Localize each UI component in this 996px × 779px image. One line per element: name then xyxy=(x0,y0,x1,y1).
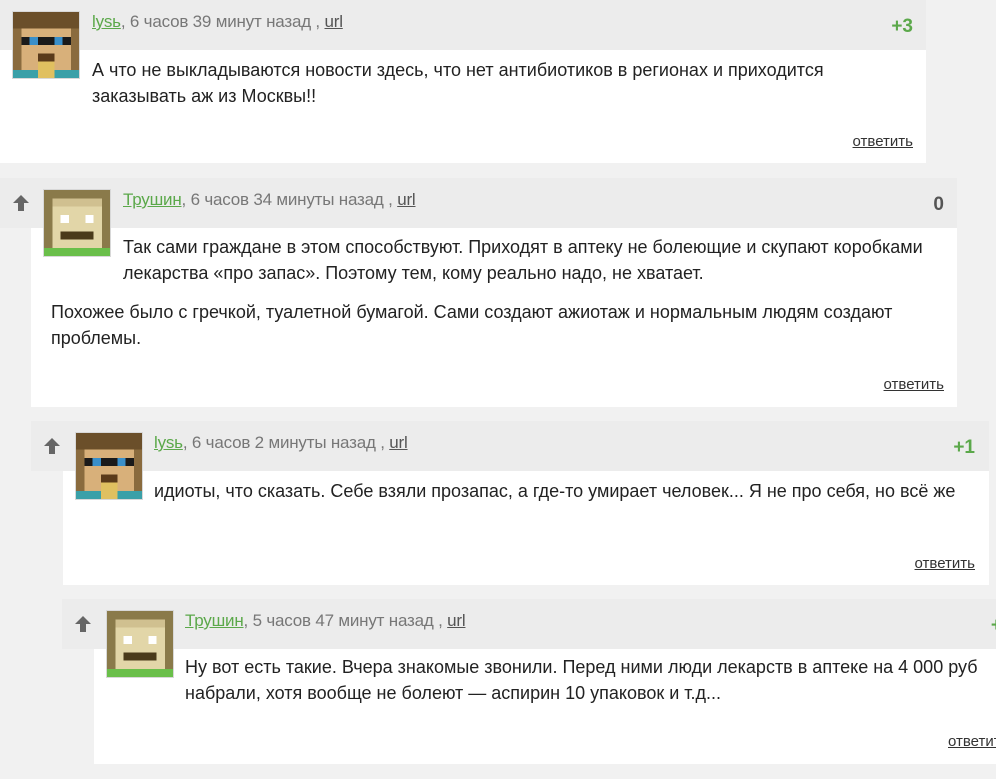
comment-text: Похожее было с гречкой, туалетной бумаго… xyxy=(51,302,893,348)
reply-link[interactable]: ответить xyxy=(853,133,913,150)
timestamp: , 6 часов 39 минут назад , xyxy=(120,12,325,31)
comment: lysь, 6 часов 2 минуты назад , url +1 ид… xyxy=(31,421,989,585)
author-link[interactable]: lysь xyxy=(92,12,121,31)
comment-score: + xyxy=(991,615,996,637)
upvote-arrow-icon[interactable] xyxy=(10,192,32,214)
sunglasses-avatar[interactable] xyxy=(13,12,79,78)
comment-meta: lysь, 6 часов 39 минут назад , url xyxy=(92,12,343,32)
sunglasses-avatar[interactable] xyxy=(76,433,142,499)
reply-link[interactable]: ответить xyxy=(884,376,944,393)
comment-score: +3 xyxy=(891,16,913,37)
url-link[interactable]: url xyxy=(397,190,416,209)
comment-score: +1 xyxy=(953,437,975,458)
comment: lysь, 6 часов 39 минут назад , url +3 А … xyxy=(0,0,926,163)
upvote-arrow-icon[interactable] xyxy=(41,435,63,457)
comment-meta: Трушин, 6 часов 34 минуты назад , url xyxy=(123,190,416,210)
comment-text: идиоты, что сказать. Себе взяли прозапас… xyxy=(154,481,956,501)
timestamp: , 5 часов 47 минут назад , xyxy=(243,611,448,630)
timestamp: , 6 часов 34 минуты назад , xyxy=(181,190,398,209)
comment: Трушин, 5 часов 47 минут назад , url + Н… xyxy=(62,599,996,764)
comment-score: 0 xyxy=(933,194,944,215)
comment: Трушин, 6 часов 34 минуты назад , url 0 … xyxy=(0,178,957,407)
reply-link[interactable]: ответит xyxy=(948,733,996,750)
author-link[interactable]: Трушин xyxy=(123,190,182,209)
author-link[interactable]: lysь xyxy=(154,433,183,452)
comment-text: А что не выкладываются новости здесь, чт… xyxy=(92,60,824,106)
bald-mustache-avatar[interactable] xyxy=(44,190,110,256)
reply-link[interactable]: ответить xyxy=(915,555,975,572)
url-link[interactable]: url xyxy=(447,611,466,630)
comment-text: Так сами граждане в этом способствуют. П… xyxy=(123,237,923,283)
upvote-arrow-icon[interactable] xyxy=(72,613,94,635)
comment-meta: Трушин, 5 часов 47 минут назад , url xyxy=(185,611,466,631)
bald-mustache-avatar[interactable] xyxy=(107,611,173,677)
comment-text: Ну вот есть такие. Вчера знакомые звонил… xyxy=(185,657,978,703)
url-link[interactable]: url xyxy=(389,433,408,452)
comment-meta: lysь, 6 часов 2 минуты назад , url xyxy=(154,433,408,453)
author-link[interactable]: Трушин xyxy=(185,611,244,630)
url-link[interactable]: url xyxy=(324,12,343,31)
timestamp: , 6 часов 2 минуты назад , xyxy=(182,433,390,452)
